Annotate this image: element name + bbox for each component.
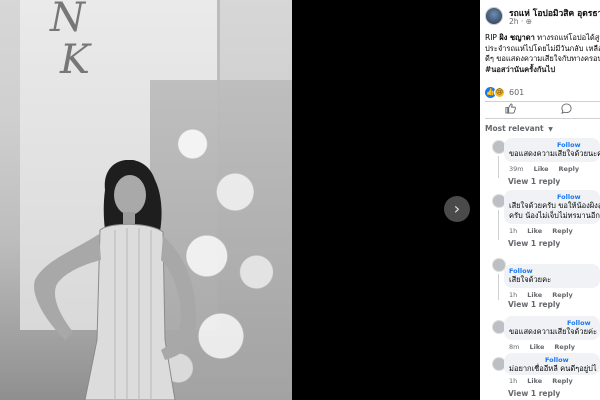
comment-reply-link[interactable]: Reply [559,165,580,173]
monogram-letter-n: N [50,0,85,41]
comment-time[interactable]: 8m [509,343,519,351]
comment-text: เสียใจด้วยคะ [509,275,552,284]
view-replies-link[interactable]: View 1 reply [508,239,560,248]
thread-line [498,274,499,300]
post-sidebar: รถแห่ โอปอมิวสิค อุดรธานี 2h · ⊕ RIP ผิง… [480,0,600,400]
comment-time[interactable]: 1h [509,291,517,299]
comment-reply-link[interactable]: Reply [552,227,573,235]
comment-meta: 39m Like Reply [509,165,589,173]
follow-button[interactable]: Follow [509,319,595,327]
photo-viewer: N K › [0,0,480,400]
post-time[interactable]: 2h [509,17,519,26]
comment-text: ขอแสดงความเสียใจด้วยค่ะ [509,327,598,336]
caption-hashtag[interactable]: #นอสว่านันครั้งกันไป [485,65,600,76]
globe-icon: ⊕ [525,17,532,26]
post-caption: RIP ผิง ชญาดา ทางรถแห่โอปอได้สูญเ ประจำร… [485,33,600,75]
comment-meta: 1h Like Reply [509,291,583,299]
caret-down-icon: ▼ [548,126,553,133]
reactions-summary[interactable]: 👍 😢 601 [485,86,524,98]
comment-time[interactable]: 1h [509,227,517,235]
follow-button[interactable]: Follow [509,267,595,275]
post-header: รถแห่ โอปอมิวสิค อุดรธานี 2h · ⊕ [480,0,600,28]
comment-reply-link[interactable]: Reply [552,377,573,385]
comment-reply-link[interactable]: Reply [552,291,573,299]
comment-bubble: Follow เสียใจด้วยครับ ขอให้น้องผิงสู่สุ … [504,190,600,224]
follow-button[interactable]: Follow [509,356,595,364]
reaction-count: 601 [509,87,525,97]
caption-rip: RIP [485,33,500,42]
post-photo: N K [0,0,292,400]
comment-meta: 1h Like Reply [509,227,583,235]
caption-line-2: ประจำรถแห่ไปโดยไม่มีวันกลับ เหลือไว้ [485,43,600,53]
comment-bubble: Follow ม่อยากเชื่ออีหลี คนดีๆอยู่บ่ไ [504,353,600,375]
post-actions [480,102,600,118]
comment-text-line-2: ครับ น้องไม่เจ็บไม่ทรมานอีกแล [509,211,600,220]
monogram-letter-k: K [60,37,90,83]
next-photo-button[interactable]: › [444,196,470,222]
comment-bubble: Follow ขอแสดงความเสียใจด้วยนะคะ [504,138,600,162]
comment-reply-link[interactable]: Reply [554,343,575,351]
comment-text: ม่อยากเชื่ออีหลี คนดีๆอยู่บ่ไ [509,364,597,373]
comment-like-link[interactable]: Like [534,165,549,173]
caption-line-1: RIP ผิง ชญาดา ทางรถแห่โอปอได้สูญเ [485,33,600,44]
woman-figure [34,160,196,400]
comment-time[interactable]: 1h [509,377,517,385]
sort-label: Most relevant [485,124,544,133]
follow-button[interactable]: Follow [509,193,595,201]
comment-time[interactable]: 39m [509,165,524,173]
comment-meta: 1h Like Reply [509,377,583,385]
comment-text: เสียใจด้วยครับ ขอให้น้องผิงสู่สุ [509,201,600,210]
comment-like-link[interactable]: Like [527,377,542,385]
caption-line-3: ดีๆ ขอแสดงความเสียใจกับทางครอบค [485,54,600,63]
comment-icon[interactable] [561,103,572,117]
comment-like-link[interactable]: Like [527,227,542,235]
caption-text-1: ทางรถแห่โอปอได้สูญเ [537,33,600,42]
comment-meta: 8m Like Reply [509,343,585,351]
comment-like-link[interactable]: Like [527,291,542,299]
post-meta: 2h · ⊕ [509,17,532,26]
thread-line [498,210,499,240]
comment-like-link[interactable]: Like [529,343,544,351]
view-replies-link[interactable]: View 1 reply [508,389,560,398]
chevron-right-icon: › [453,199,461,218]
caption-name: ผิง ชญาดา [499,33,535,42]
comment-text: ขอแสดงความเสียใจด้วยนะคะ [509,149,600,158]
comment-bubble: Follow ขอแสดงความเสียใจด้วยค่ะ [504,316,600,340]
comment-sort-dropdown[interactable]: Most relevant ▼ [485,124,553,133]
page-avatar[interactable] [485,7,503,25]
comment-bubble: Follow เสียใจด้วยคะ [504,264,600,288]
sad-reaction-icon: 😢 [494,86,505,98]
follow-button[interactable]: Follow [509,141,595,149]
view-replies-link[interactable]: View 1 reply [508,300,560,309]
thread-line [498,156,499,178]
view-replies-link[interactable]: View 1 reply [508,177,560,186]
thumbs-up-icon[interactable] [505,103,516,117]
divider [485,118,600,119]
